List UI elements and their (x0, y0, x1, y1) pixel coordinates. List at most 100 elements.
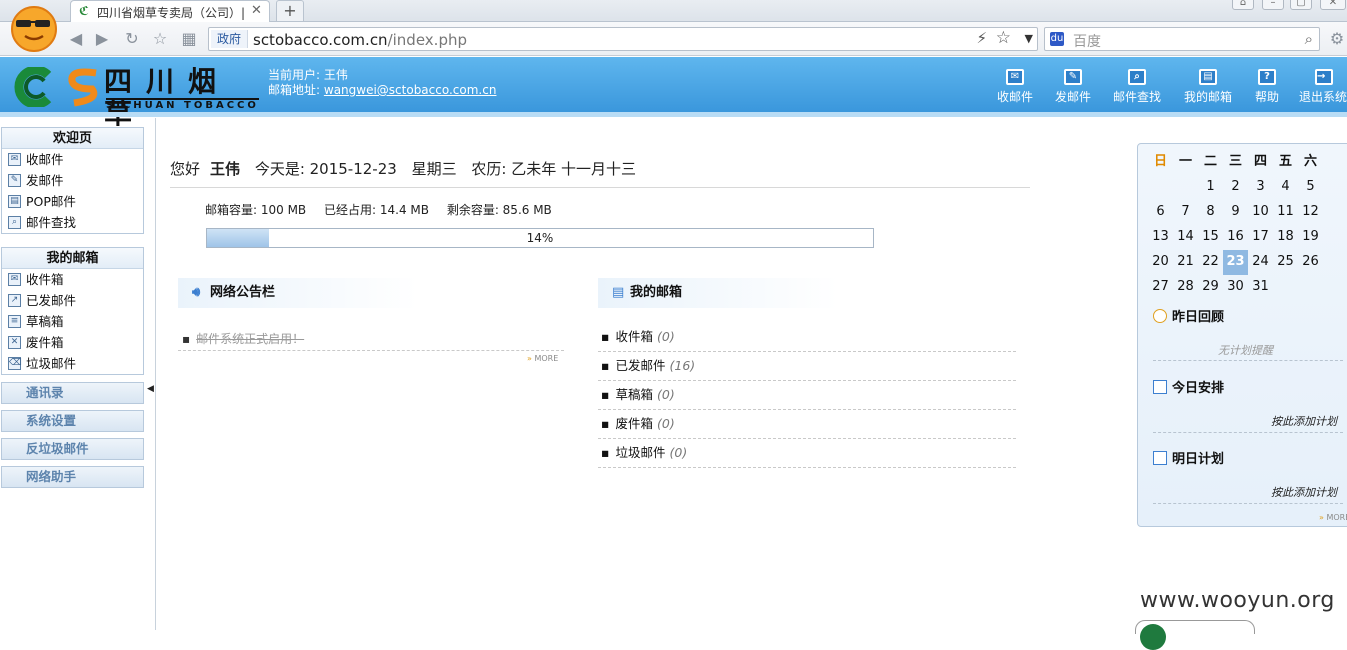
today-plan-label: 今日安排 (1172, 381, 1225, 396)
back-icon[interactable]: ◀ (66, 29, 86, 49)
quota-progress-bar: 14% (206, 228, 874, 248)
tools-wrench-icon[interactable]: ⚙ (1327, 29, 1347, 49)
toolbar-help-label: 帮助 (1255, 90, 1280, 104)
calendar-week-row: 13 14 15 16 17 18 19 (1148, 225, 1347, 250)
sidebar-item-sent[interactable]: ↗ 已发邮件 (2, 290, 143, 311)
calendar-day[interactable]: 28 (1173, 275, 1198, 300)
address-bar[interactable]: 政府 sctobacco.com.cn/index.php ⚡ ☆ ▼ (208, 27, 1038, 51)
sidebar-item-drafts[interactable]: ≡ 草稿箱 (2, 311, 143, 332)
notice-more-link[interactable]: MORE (527, 354, 558, 363)
sidebar-item-pop[interactable]: ▤ POP邮件 (2, 191, 143, 212)
bullet: ▪ (601, 387, 610, 402)
folder-row-sent[interactable]: ▪ 已发邮件 (16) (598, 352, 1016, 381)
calendar-day[interactable]: 25 (1273, 250, 1298, 275)
sidebar-item-deleted[interactable]: ✕ 废件箱 (2, 332, 143, 353)
calendar-day[interactable]: 11 (1273, 200, 1298, 225)
welcome-group-title[interactable]: 欢迎页 (2, 128, 143, 149)
calendar-day[interactable]: 10 (1248, 200, 1273, 225)
calendar-day[interactable]: 5 (1298, 175, 1323, 200)
folder-row-junk[interactable]: ▪ 垃圾邮件 (0) (598, 439, 1016, 468)
calendar-day[interactable]: 21 (1173, 250, 1198, 275)
calendar-day[interactable]: 14 (1173, 225, 1198, 250)
calendar-day[interactable]: 29 (1198, 275, 1223, 300)
calendar-day[interactable]: 9 (1223, 200, 1248, 225)
today-add-plan-link[interactable]: 按此添加计划 (1271, 413, 1337, 429)
forward-icon[interactable]: ▶ (92, 29, 112, 49)
sidebar-contacts[interactable]: 通讯录 (1, 382, 144, 404)
dropdown-icon[interactable]: ▼ (1025, 32, 1033, 45)
sidebar-item-label: 垃圾邮件 (26, 356, 77, 371)
toolbar-mailbox-button[interactable]: ▤ 我的邮箱 (1184, 69, 1232, 109)
calendar-day[interactable]: 4 (1273, 175, 1298, 200)
calendar-day[interactable]: 3 (1248, 175, 1273, 200)
minimize-icon[interactable]: – (1262, 0, 1284, 10)
calendar-day[interactable]: 7 (1173, 200, 1198, 225)
notice-item[interactable]: ▪ 邮件系统正式启用！ (178, 329, 564, 351)
calendar-day[interactable]: 26 (1298, 250, 1323, 275)
calendar-day[interactable]: 24 (1248, 250, 1273, 275)
calendar-day[interactable]: 15 (1198, 225, 1223, 250)
apps-grid-icon[interactable]: ▦ (179, 29, 199, 49)
calendar-day[interactable]: 18 (1273, 225, 1298, 250)
tomorrow-add-plan-link[interactable]: 按此添加计划 (1271, 484, 1337, 500)
folder-count: (16) (669, 358, 696, 373)
sidebar-settings[interactable]: 系统设置 (1, 410, 144, 432)
toolbar-receive-button[interactable]: ✉ 收邮件 (997, 69, 1033, 109)
close-window-icon[interactable]: ✕ (1320, 0, 1346, 10)
calendar-day[interactable]: 12 (1298, 200, 1323, 225)
sidebar-antispam[interactable]: 反垃圾邮件 (1, 438, 144, 460)
quota-remaining: 剩余容量: 85.6 MB (446, 203, 552, 217)
folder-row-deleted[interactable]: ▪ 废件箱 (0) (598, 410, 1016, 439)
restore-icon[interactable]: ▢ (1290, 0, 1312, 10)
toolbar-logout-button[interactable]: → 退出系统 (1299, 69, 1347, 109)
toolbar-mailbox-label: 我的邮箱 (1184, 90, 1233, 104)
calendar-day[interactable]: 19 (1298, 225, 1323, 250)
sidebar-item-label: 发邮件 (26, 173, 64, 188)
bookmark-star-icon[interactable]: ☆ (996, 28, 1011, 48)
email-link[interactable]: wangwei@sctobacco.com.cn (324, 83, 497, 97)
new-tab-button[interactable]: + (276, 0, 304, 21)
sidebar-item-inbox[interactable]: ✉ 收件箱 (2, 269, 143, 290)
collapse-sidebar-icon[interactable]: ◀ (147, 384, 154, 394)
calendar-more-link[interactable]: MORE (1319, 513, 1347, 522)
favorite-star-icon[interactable]: ☆ (150, 29, 170, 49)
browser-tab[interactable]: ℭ 四川省烟草专卖局（公司）| ✕ (70, 0, 270, 22)
pin-icon[interactable]: ⌂ (1232, 0, 1254, 10)
toolbar-help-button[interactable]: ? 帮助 (1255, 69, 1279, 109)
calendar-day[interactable]: 13 (1148, 225, 1173, 250)
mailbox-group-title[interactable]: 我的邮箱 (2, 248, 143, 269)
sidebar-item-send[interactable]: ✎ 发邮件 (2, 170, 143, 191)
calendar-day-today[interactable]: 23 (1223, 250, 1248, 275)
sidebar-item-search[interactable]: ⌕ 邮件查找 (2, 212, 143, 233)
tab-title: 四川省烟草专卖局（公司）| (97, 6, 245, 20)
calendar-day[interactable]: 22 (1198, 250, 1223, 275)
sidebar-item-receive[interactable]: ✉ 收邮件 (2, 149, 143, 170)
current-user: 当前用户: 王伟 (268, 68, 348, 82)
toolbar-compose-button[interactable]: ✎ 发邮件 (1055, 69, 1091, 109)
calendar-day[interactable]: 2 (1223, 175, 1248, 200)
folder-row-inbox[interactable]: ▪ 收件箱 (0) (598, 323, 1016, 352)
calendar-week-row: 27 28 29 30 31 (1148, 275, 1347, 300)
quota-percent: 14% (526, 231, 554, 245)
search-box[interactable]: du 百度 ⌕ (1044, 27, 1320, 51)
calendar-day[interactable]: 6 (1148, 200, 1173, 225)
calendar-panel: 日一二三四五六 1 2 3 4 5 6 7 8 9 10 11 12 13 14 15 16 17 18 19 20 21… (1137, 143, 1347, 527)
calendar-day[interactable]: 16 (1223, 225, 1248, 250)
calendar-day[interactable]: 1 (1198, 175, 1223, 200)
search-mail-icon: ⌕ (8, 216, 21, 229)
calendar-day[interactable]: 8 (1198, 200, 1223, 225)
drafts-folder-icon: ≡ (8, 315, 21, 328)
close-tab-icon[interactable]: ✕ (251, 3, 262, 18)
toolbar-search-button[interactable]: ⌕ 邮件查找 (1113, 69, 1161, 109)
sidebar-item-junk[interactable]: ⌫ 垃圾邮件 (2, 353, 143, 374)
search-icon[interactable]: ⌕ (1305, 30, 1313, 48)
refresh-icon[interactable]: ↻ (122, 29, 142, 49)
folder-row-drafts[interactable]: ▪ 草稿箱 (0) (598, 381, 1016, 410)
calendar-day[interactable]: 31 (1248, 275, 1273, 300)
sidebar-assistant[interactable]: 网络助手 (1, 466, 144, 488)
lightning-icon[interactable]: ⚡ (976, 29, 987, 47)
calendar-day[interactable]: 20 (1148, 250, 1173, 275)
calendar-day[interactable]: 30 (1223, 275, 1248, 300)
calendar-day[interactable]: 17 (1248, 225, 1273, 250)
calendar-day[interactable]: 27 (1148, 275, 1173, 300)
